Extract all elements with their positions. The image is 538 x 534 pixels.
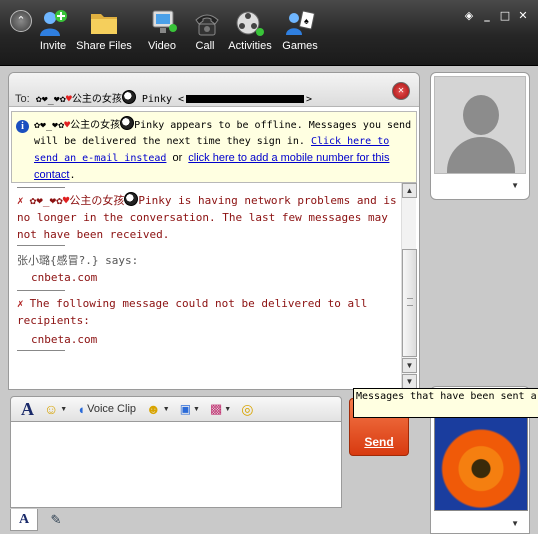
video-icon	[146, 8, 180, 38]
wink-icon: ☻	[146, 401, 161, 417]
undelivered-notice-text: The following message could not be deliv…	[17, 297, 368, 327]
soccer-ball-icon	[121, 90, 136, 104]
message-history: ✗ ✿❤_❤✿♥公主の女孩 Pinky is having network prob…	[9, 187, 401, 389]
close-button[interactable]: ✕	[516, 9, 530, 23]
picture-icon: ▣	[179, 402, 192, 416]
divider	[17, 350, 65, 351]
offline-end: .	[69, 170, 76, 181]
contact-suffix: Pinky <	[141, 94, 185, 105]
video-label: Video	[148, 40, 176, 52]
conversation-pane: To: ✿❤_❤✿♥公主の女孩 Pinky < > ✕ i ✿❤_❤✿♥公主の女孩…	[8, 72, 420, 390]
offline-prefix: ✿❤_❤✿	[34, 120, 65, 131]
to-bar: To: ✿❤_❤✿♥公主の女孩 Pinky < > ✕	[9, 73, 419, 107]
to-label: To:	[15, 93, 30, 105]
invite-button[interactable]: Invite	[36, 8, 70, 58]
compose-toolbar: A ☺ ▼ ◖ Voice Clip ☻ ▼ ▣ ▼ ▩ ▼ ◎	[10, 396, 342, 422]
contact-tail: >	[306, 94, 313, 105]
my-avatar	[434, 417, 528, 511]
call-label: Call	[195, 40, 215, 52]
contact-prefix: ✿❤_❤✿	[35, 94, 66, 105]
invite-label: Invite	[39, 40, 67, 52]
gift-icon: ▩	[209, 401, 223, 416]
my-picture-menu-arrow[interactable]: ▼	[511, 519, 519, 528]
offline-notice: i ✿❤_❤✿♥公主の女孩 Pinky appears to be offline…	[11, 111, 417, 183]
block-contact-button[interactable]: ✕	[392, 82, 410, 100]
contact-name: 公主の女孩	[71, 94, 122, 105]
contact-picture-menu-arrow[interactable]: ▼	[511, 181, 519, 190]
font-button[interactable]: A	[21, 399, 34, 420]
undelivered-message: cnbeta.com	[31, 333, 98, 346]
warning-icon: ✗	[17, 194, 24, 207]
games-button[interactable]: ♠ Games	[282, 8, 318, 58]
voice-clip-label: Voice Clip	[87, 403, 137, 415]
svg-text:♠: ♠	[304, 16, 309, 26]
main-toolbar: ⌃ Invite Share Files Video Call Activiti…	[0, 0, 538, 66]
emoticon-button[interactable]: ☺ ▼	[44, 401, 67, 417]
send-label: Send	[364, 435, 394, 449]
share-files-button[interactable]: Share Files	[76, 8, 132, 58]
window-controls: ◈ _ □ ✕	[462, 9, 530, 23]
or-text: or	[172, 152, 183, 164]
minimize-button[interactable]: _	[480, 9, 494, 23]
activities-label: Activities	[228, 40, 272, 52]
pen-icon: ✎	[50, 512, 62, 527]
voice-clip-button[interactable]: ◖ Voice Clip	[77, 402, 136, 417]
message-sender: 张小璐{感冒?.} says:	[17, 254, 139, 267]
system-message: ✗ ✿❤_❤✿♥公主の女孩 Pinky is having network prob…	[17, 188, 401, 245]
activities-button[interactable]: Activities	[226, 8, 274, 58]
invite-icon	[36, 8, 70, 38]
tab-text[interactable]: A	[10, 509, 38, 531]
message-body: cnbeta.com	[31, 271, 98, 284]
video-button[interactable]: Video	[146, 8, 178, 58]
nudge-button[interactable]: ◎	[241, 401, 253, 418]
games-label: Games	[282, 40, 318, 52]
soccer-ball-icon	[124, 192, 139, 206]
microphone-icon: ◖	[77, 401, 86, 417]
scroll-end-button[interactable]: ▼	[402, 374, 417, 389]
call-button[interactable]: Call	[190, 8, 220, 58]
maximize-button[interactable]: □	[498, 9, 512, 23]
msg-prefix: ✿❤_❤✿	[29, 194, 63, 207]
contact-picture-frame: ▼	[430, 72, 530, 200]
paint-bucket-icon[interactable]: ◈	[462, 9, 476, 23]
scroll-up-button[interactable]: ▲	[402, 183, 417, 198]
warning-icon: ✗	[17, 297, 24, 310]
soccer-ball-icon	[120, 116, 135, 130]
folder-icon	[87, 8, 121, 38]
tab-handwriting[interactable]: ✎	[42, 509, 70, 531]
games-icon: ♠	[283, 8, 317, 38]
scroll-down-button[interactable]: ▼	[402, 358, 417, 373]
send-tooltip: Messages that have been sent ar received…	[353, 388, 538, 418]
phone-icon	[190, 8, 224, 38]
message-input[interactable]	[10, 422, 342, 508]
nudge-icon: ◎	[241, 400, 254, 417]
info-icon: i	[16, 120, 29, 133]
share-files-label: Share Files	[76, 40, 132, 52]
contact-avatar	[434, 76, 526, 174]
smiley-icon: ☺	[44, 401, 59, 417]
compose-tabs: A ✎	[10, 509, 342, 534]
background-button[interactable]: ▣ ▼	[180, 402, 200, 416]
gift-button[interactable]: ▩ ▼	[210, 401, 231, 417]
redacted-email	[186, 95, 305, 103]
message-scrollbar[interactable]: ▲ ▼ ▼	[401, 183, 417, 389]
activities-icon	[233, 8, 267, 38]
scroll-thumb[interactable]	[402, 249, 417, 357]
msg-contact-name: 公主の女孩	[69, 194, 125, 207]
offline-contact-name: 公主の女孩	[70, 120, 121, 131]
wink-button[interactable]: ☻ ▼	[146, 401, 170, 417]
undelivered-notice: ✗ The following message could not be deli…	[17, 291, 401, 331]
show-menu-button[interactable]: ⌃	[10, 10, 32, 32]
